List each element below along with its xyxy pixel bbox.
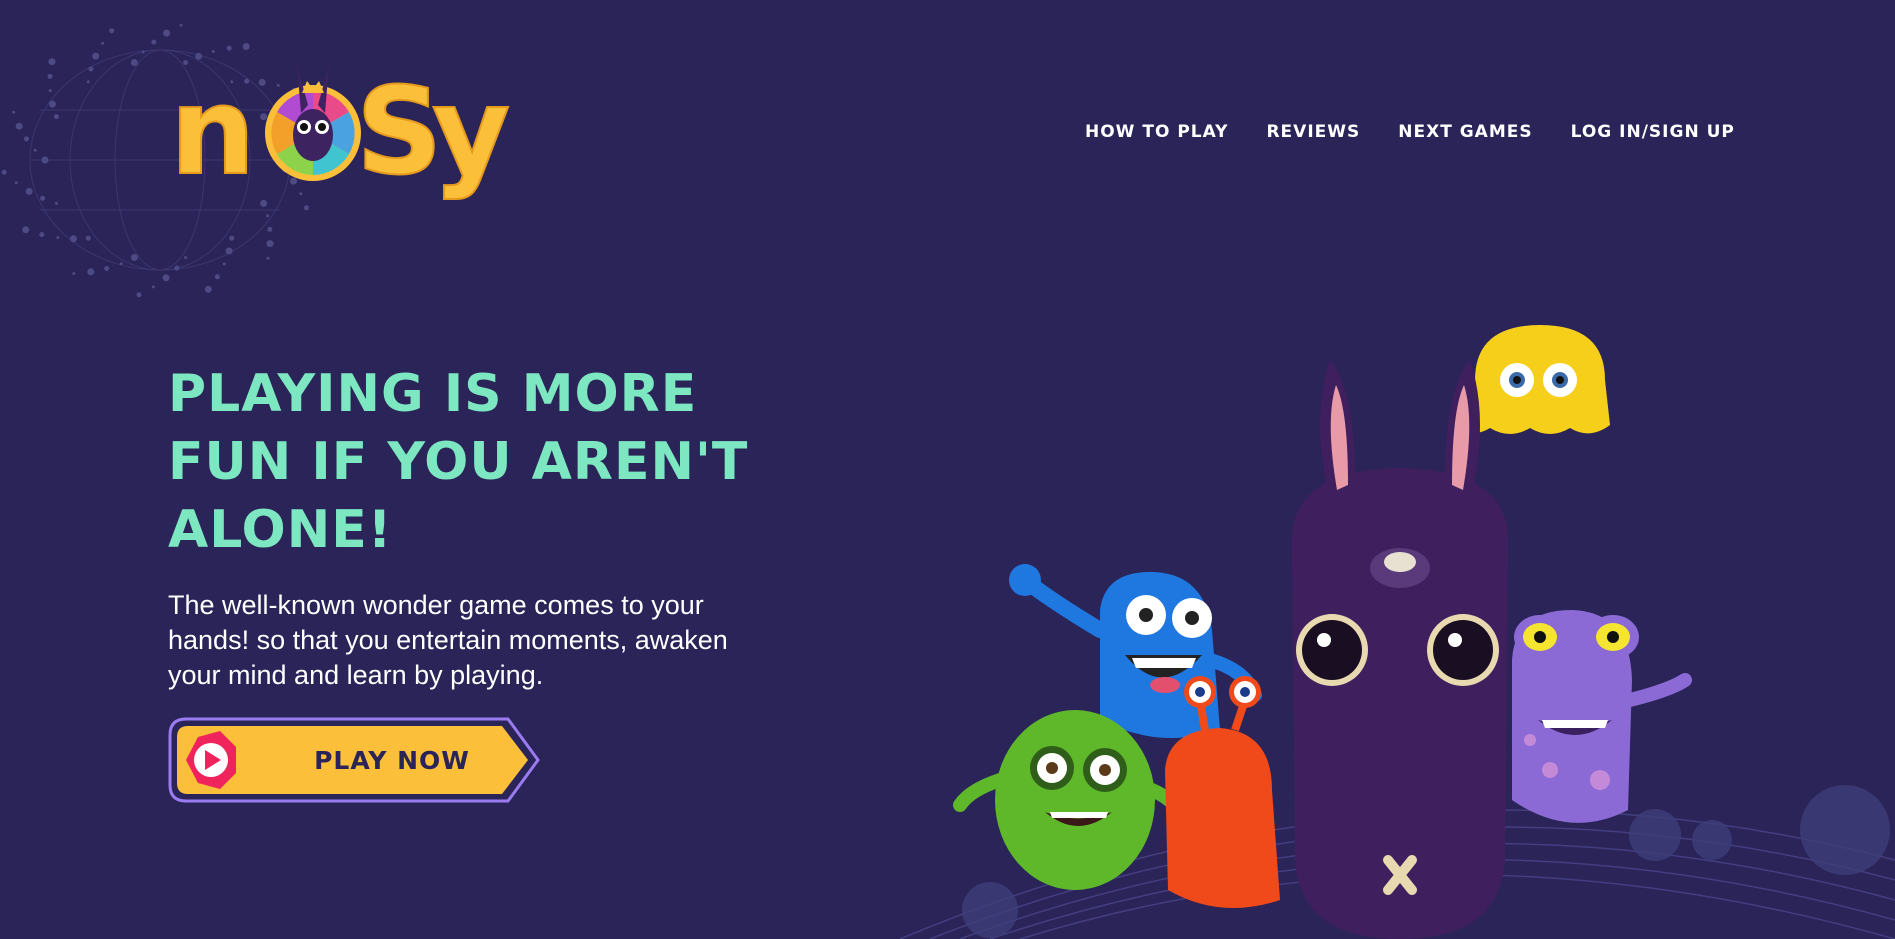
globe-dot <box>48 89 52 93</box>
globe-dot <box>266 240 274 248</box>
nav-next-games[interactable]: NEXT GAMES <box>1398 122 1532 142</box>
yellow-octopus-character <box>1465 325 1610 434</box>
globe-dot <box>267 226 273 232</box>
globe-dot <box>22 226 30 234</box>
globe-dot <box>214 274 220 280</box>
nosy-logo[interactable]: n S y <box>169 55 520 215</box>
globe-dot <box>15 122 23 130</box>
globe-dot <box>48 58 56 66</box>
nav-reviews[interactable]: REVIEWS <box>1266 122 1360 142</box>
globe-dot <box>184 256 188 259</box>
globe-dot <box>109 28 115 34</box>
purple-bunny-character <box>1292 360 1508 939</box>
globe-dot <box>47 73 53 79</box>
monster-characters-illustration <box>900 325 1895 939</box>
globe-dot <box>56 236 60 240</box>
nav-login-signup[interactable]: LOG IN/SIGN UP <box>1571 122 1735 142</box>
logo-letter-s: S <box>356 63 442 202</box>
globe-dot <box>54 201 58 205</box>
globe-dot <box>226 45 232 51</box>
globe-dot <box>242 43 250 50</box>
description-line-3: your mind and learn by playing. <box>168 660 544 690</box>
headline-line-1: PLAYING IS MORE <box>168 364 698 424</box>
globe-dot <box>1 169 7 175</box>
globe-dot <box>151 285 155 289</box>
globe-dot <box>14 181 18 185</box>
globe-dot <box>85 235 91 241</box>
globe-dot <box>136 292 142 298</box>
globe-dot <box>179 23 183 27</box>
play-now-button[interactable]: PLAY NOW <box>168 717 540 803</box>
logo-letter-n: n <box>170 63 255 202</box>
globe-dot <box>163 29 171 37</box>
globe-dot <box>87 268 95 276</box>
main-nav: HOW TO PLAY REVIEWS NEXT GAMES LOG IN/SI… <box>1085 122 1735 142</box>
green-monster-character <box>953 710 1187 890</box>
globe-dot <box>92 52 100 60</box>
globe-dot <box>12 110 16 114</box>
blue-monster-character <box>1009 564 1262 738</box>
globe-dot <box>53 114 59 120</box>
globe-dot <box>101 41 105 45</box>
hero-headline: PLAYING IS MORE FUN IF YOU AREN'T ALONE! <box>168 360 808 564</box>
globe-dot <box>266 256 270 260</box>
globe-dot <box>86 80 90 84</box>
globe-dot <box>33 148 37 152</box>
globe-dot <box>211 50 215 53</box>
globe-dot <box>162 274 170 282</box>
globe-dot <box>25 187 33 195</box>
description-line-1: The well-known wonder game comes to your <box>168 590 704 620</box>
globe-dot <box>24 136 29 142</box>
play-now-label: PLAY NOW <box>314 745 470 775</box>
globe-dot <box>39 232 45 238</box>
globe-dot <box>104 266 110 271</box>
globe-dot <box>40 195 46 201</box>
lilac-alien-character <box>1512 610 1692 823</box>
headline-line-2: FUN IF YOU AREN'T <box>168 432 749 492</box>
logo-letter-y: y <box>432 63 510 202</box>
globe-dot <box>69 235 77 243</box>
globe-dot <box>151 39 157 45</box>
globe-dot <box>229 235 235 241</box>
globe-dot <box>222 262 226 266</box>
nav-how-to-play[interactable]: HOW TO PLAY <box>1085 122 1228 142</box>
globe-dot <box>72 272 76 275</box>
description-line-2: hands! so that you entertain moments, aw… <box>168 625 728 655</box>
headline-line-3: ALONE! <box>168 500 393 560</box>
hero-description: The well-known wonder game comes to your… <box>168 588 788 693</box>
globe-dot <box>204 285 212 293</box>
